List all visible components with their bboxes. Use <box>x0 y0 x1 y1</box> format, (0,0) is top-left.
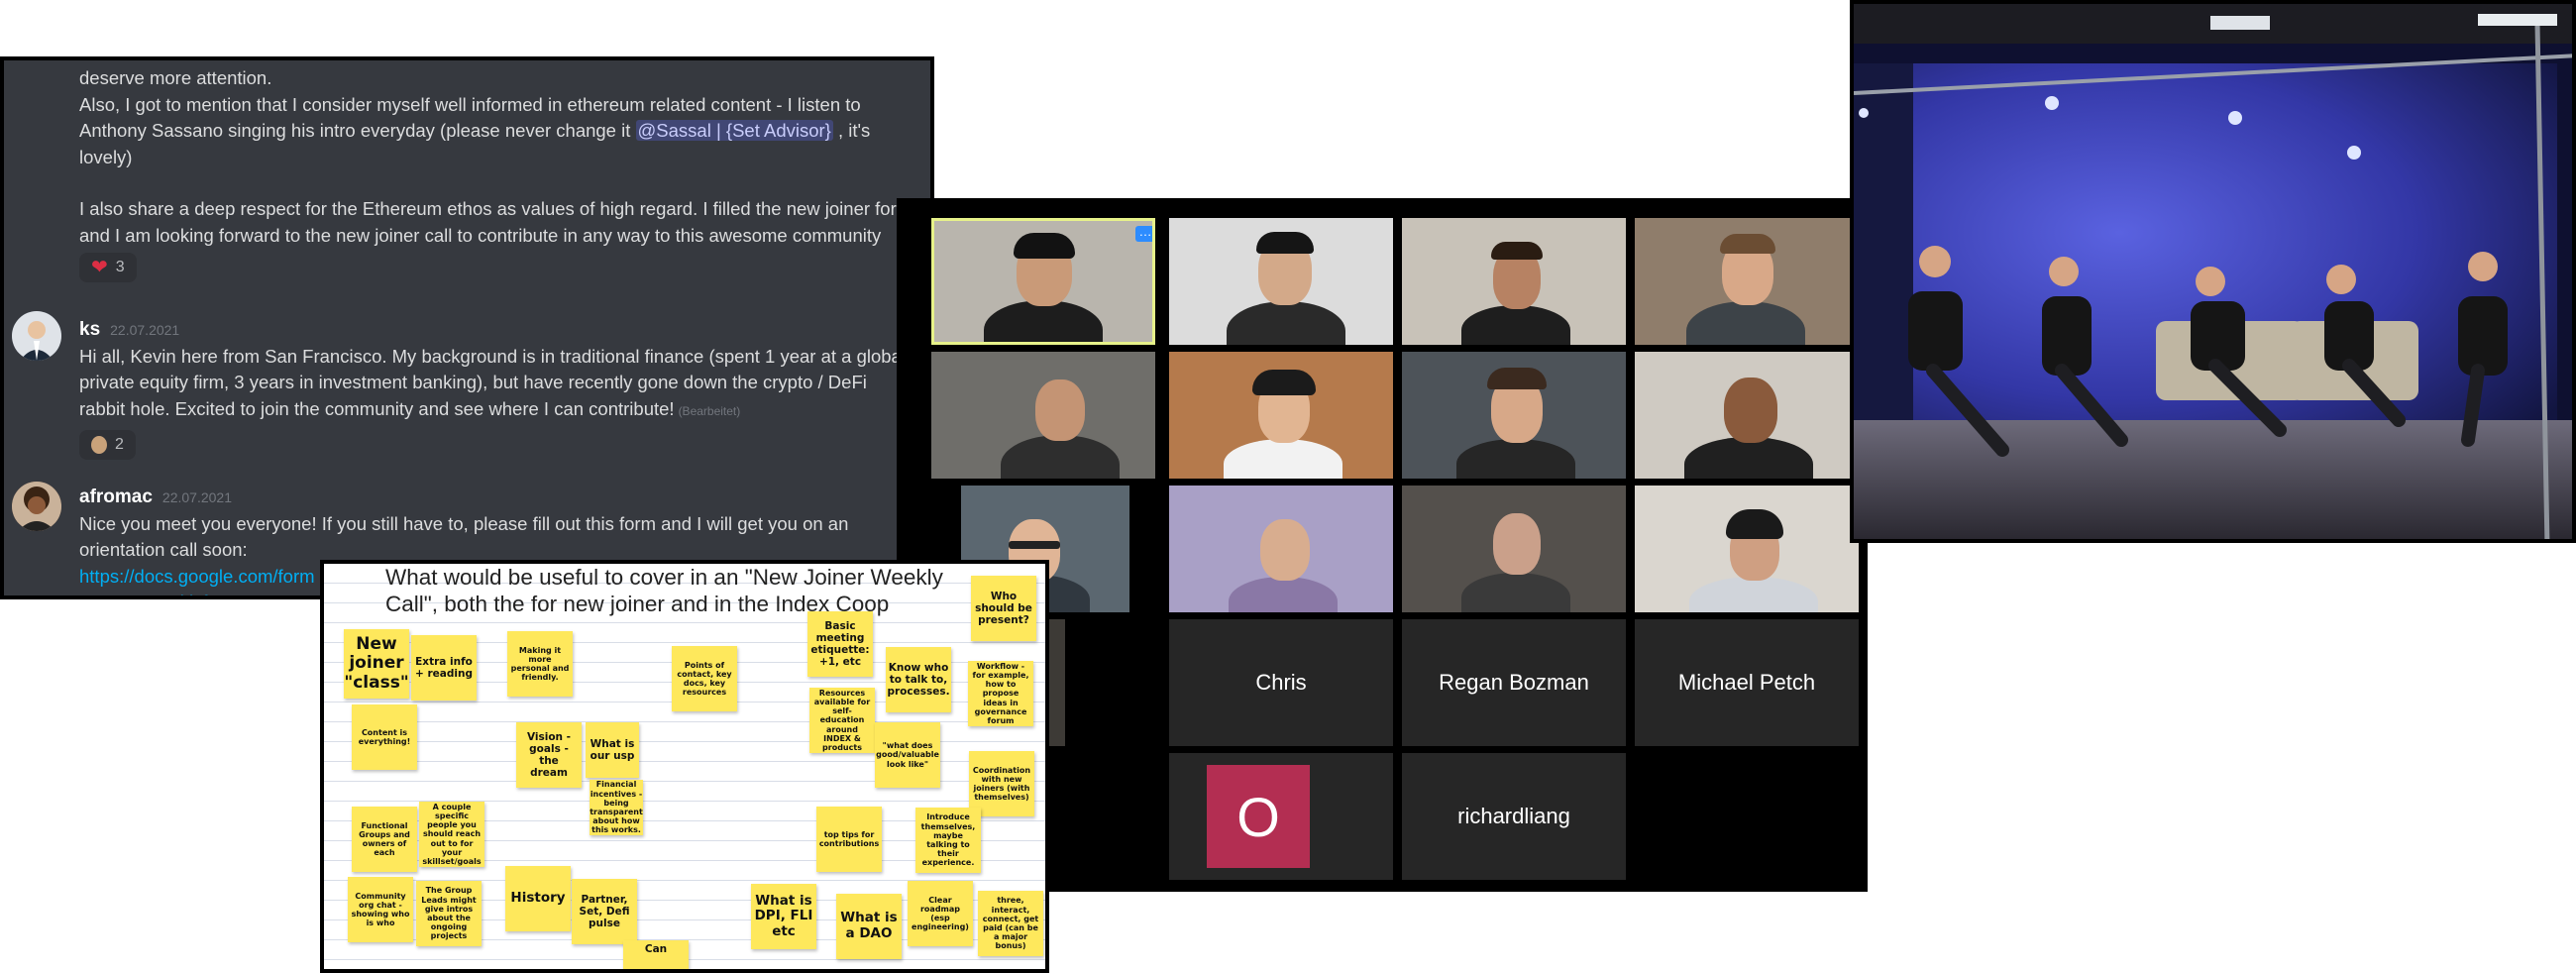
timestamp: 22.07.2021 <box>161 489 232 505</box>
sticky-note-board: What would be useful to cover in an "New… <box>320 560 1049 973</box>
avatar[interactable] <box>12 482 61 531</box>
video-tile[interactable] <box>1635 486 1859 612</box>
sticky-note[interactable]: Content is everything! <box>352 704 417 770</box>
message-text: private equity firm, 3 years in investme… <box>79 372 867 392</box>
video-tile[interactable] <box>1402 486 1626 612</box>
avatar[interactable] <box>12 311 61 361</box>
message-continuation: deserve more attention. Also, I got to m… <box>79 65 930 282</box>
sticky-note[interactable]: Partner, Set, Defi pulse <box>572 879 637 944</box>
reaction-count: 3 <box>115 258 125 275</box>
sticky-note[interactable]: What is DPI, FLI etc <box>751 884 816 949</box>
sticky-note[interactable]: Basic meeting etiquette: +1, etc <box>807 611 873 677</box>
message-text: Nice you meet you everyone! If you still… <box>79 512 849 534</box>
video-tile[interactable]: … <box>931 218 1155 345</box>
sticky-note[interactable]: Points of contact, key docs, key resourc… <box>672 646 737 711</box>
video-tile[interactable] <box>931 352 1155 479</box>
message: ks 22.07.2021 Hi all, Kevin here from San… <box>79 316 930 462</box>
message-text: Hi all, Kevin here from San Francisco. M… <box>79 345 906 367</box>
conference-stage-photo <box>1850 0 2576 543</box>
reaction-emoji[interactable]: 2 <box>79 430 136 460</box>
sticky-note[interactable]: A couple specific people you should reac… <box>419 802 484 867</box>
heart-icon: ❤ <box>91 256 108 278</box>
message-text: Anthony Sassano singing his intro everyd… <box>79 118 930 145</box>
sticky-note[interactable]: "what does good/valuable look like" <box>875 722 940 788</box>
participant-name-tile[interactable]: Michael Petch <box>1635 619 1859 746</box>
username[interactable]: ks <box>79 319 100 340</box>
sticky-note[interactable]: History <box>505 866 571 931</box>
sticky-note[interactable]: What is a DAO <box>836 894 902 959</box>
sticky-note[interactable]: The Group Leads might give intros about … <box>416 881 482 946</box>
sticky-note[interactable]: Can <box>623 940 689 969</box>
sticky-note[interactable]: Extra info + reading <box>411 635 477 701</box>
participant-avatar-tile[interactable]: O <box>1169 753 1393 880</box>
sticky-note[interactable]: Making it more personal and friendly. <box>507 631 573 697</box>
message-text: Also, I got to mention that I consider m… <box>79 93 861 115</box>
message-text: I also share a deep respect for the Ethe… <box>79 198 912 219</box>
sticky-note[interactable]: Workflow - for example, how to propose i… <box>968 661 1033 726</box>
sticky-note[interactable]: What is our usp <box>586 722 639 778</box>
video-tile[interactable] <box>1169 352 1393 479</box>
video-tile[interactable] <box>1635 352 1859 479</box>
participant-name-tile[interactable]: Chris <box>1169 619 1393 746</box>
participant-name-tile[interactable]: richardliang <box>1402 753 1626 880</box>
sticky-note[interactable]: Functional Groups and owners of each <box>352 807 417 872</box>
message-text: deserve more attention. <box>79 67 272 88</box>
sticky-note[interactable]: New joiner "class" <box>344 629 409 699</box>
message-text-part: , it's <box>837 120 871 141</box>
sticky-note[interactable]: Know who to talk to, processes. <box>886 647 951 712</box>
sticky-note[interactable]: Clear roadmap (esp engineering) <box>908 881 973 946</box>
person-emoji-icon <box>91 436 107 454</box>
sticky-note[interactable]: Community org chat - showing who is who <box>348 877 413 942</box>
user-mention[interactable]: @Sassal | {Set Advisor} <box>635 120 833 141</box>
message-text-part: rabbit hole. Excited to join the communi… <box>79 397 675 419</box>
discord-chat-panel: deserve more attention. Also, I got to m… <box>0 56 934 599</box>
more-options-icon[interactable]: … <box>1135 225 1152 242</box>
video-tile[interactable] <box>1169 218 1393 345</box>
board-title: What would be useful to cover in an "New… <box>385 565 943 616</box>
message-text-part: Anthony Sassano singing his intro everyd… <box>79 120 631 141</box>
video-tile[interactable] <box>1635 218 1859 345</box>
timestamp: 22.07.2021 <box>110 322 180 338</box>
sticky-note[interactable]: Financial incentives - being transparent… <box>590 780 643 835</box>
sticky-note[interactable]: Resources available for self-education a… <box>809 688 875 753</box>
edited-label: (Bearbeitet) <box>678 403 741 418</box>
sticky-note[interactable]: Introduce themselves, maybe talking to t… <box>915 808 981 873</box>
stage-image <box>1854 4 2572 539</box>
participant-name-tile[interactable]: Regan Bozman <box>1402 619 1626 746</box>
sticky-note[interactable]: three, interact, connect, get paid (can … <box>978 891 1043 956</box>
video-tile[interactable] <box>1169 486 1393 612</box>
video-tile[interactable] <box>1402 218 1626 345</box>
reaction-count: 2 <box>115 435 124 453</box>
message-text: and I am looking forward to the new join… <box>79 224 882 246</box>
message-text: rabbit hole. Excited to join the communi… <box>79 396 930 425</box>
message-text: lovely) <box>79 146 133 167</box>
sticky-note[interactable]: Who should be present? <box>971 576 1036 641</box>
sticky-note[interactable]: top tips for contributions <box>816 807 882 872</box>
participant-initial-avatar: O <box>1207 765 1310 868</box>
username[interactable]: afromac <box>79 486 153 507</box>
reaction-heart[interactable]: ❤ 3 <box>79 253 137 282</box>
video-tile[interactable] <box>1402 352 1626 479</box>
sticky-note[interactable]: Vision - goals - the dream <box>516 722 582 788</box>
